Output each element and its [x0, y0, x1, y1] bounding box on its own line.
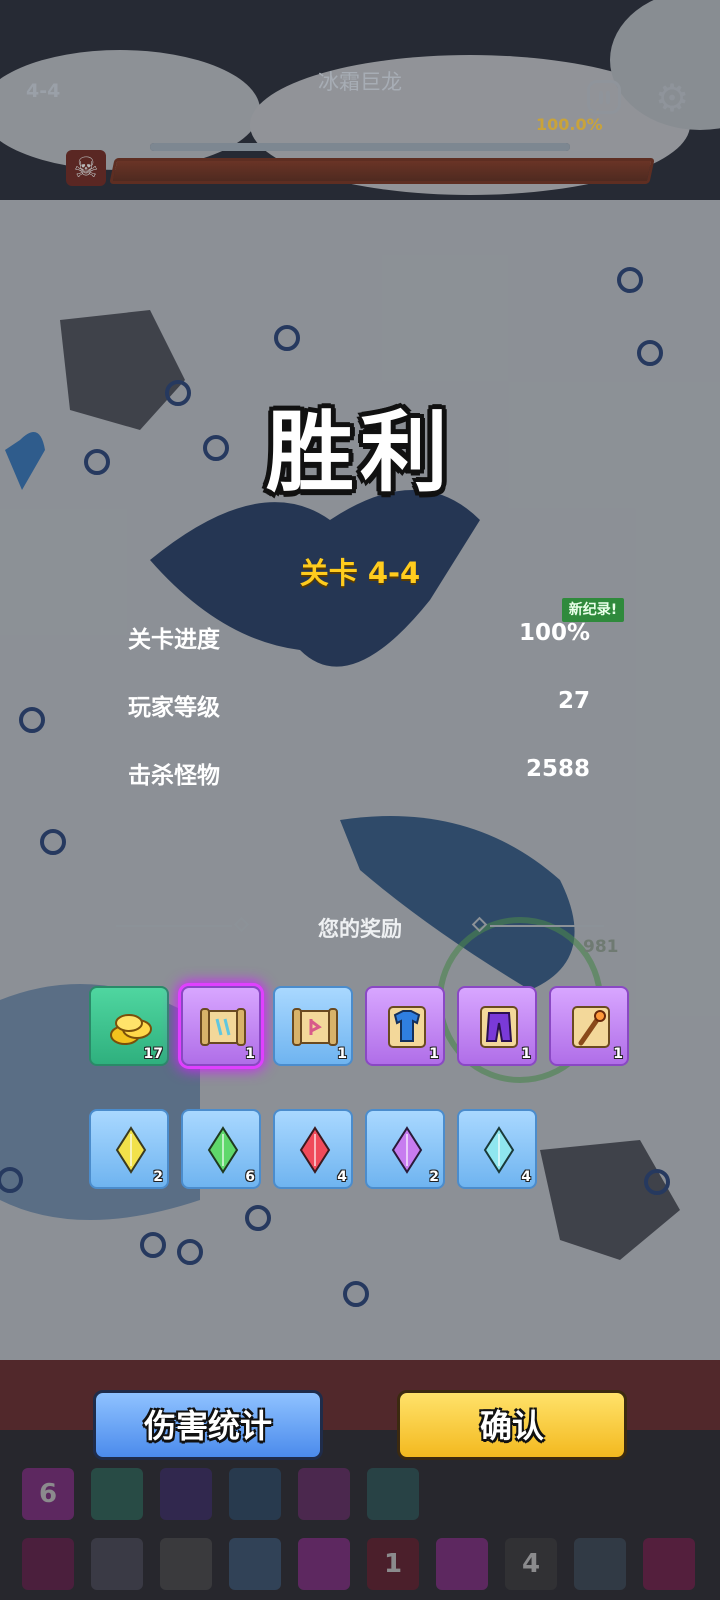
skill-slot: 6 — [22, 1468, 74, 1520]
skill-slot — [91, 1468, 143, 1520]
boss-hp-percent: 100.0% — [536, 115, 603, 134]
reward-count: 1 — [521, 1046, 531, 1062]
rune-scroll-icon — [292, 1008, 338, 1046]
stat-value-kills: 2588 — [525, 756, 590, 782]
damage-stats-button[interactable]: 伤害统计 — [93, 1390, 323, 1460]
new-record-badge: 新纪录! — [562, 598, 624, 622]
skill-slot — [91, 1538, 143, 1590]
scroll-icon — [200, 1008, 246, 1046]
reward-count: 1 — [429, 1046, 439, 1062]
yellow-gem-icon — [115, 1126, 147, 1174]
purple-gem-icon — [391, 1126, 423, 1174]
stat-value-level: 27 — [557, 688, 590, 714]
skill-slot — [436, 1538, 488, 1590]
stage-label: 关卡 4-4 — [299, 556, 421, 590]
pause-icon[interactable] — [587, 80, 621, 114]
blue-armor-icon — [388, 1006, 426, 1048]
reward-item[interactable]: 1 — [181, 986, 261, 1066]
gear-icon[interactable]: ⚙ — [652, 78, 692, 118]
boss-progress-bar — [150, 143, 570, 151]
skill-slot — [160, 1538, 212, 1590]
skill-slot — [229, 1468, 281, 1520]
reward-count: 2 — [429, 1169, 439, 1185]
result-overlay — [0, 0, 720, 1600]
reward-count: 1 — [245, 1046, 255, 1062]
staff-icon — [572, 1006, 610, 1048]
skull-icon: ☠ — [66, 150, 106, 186]
skill-slot — [643, 1538, 695, 1590]
rewards-divider-right — [490, 925, 604, 927]
reward-count: 6 — [245, 1169, 255, 1185]
reward-item[interactable]: 4 — [273, 1109, 353, 1189]
cyan-gem-icon — [483, 1126, 515, 1174]
victory-title: 胜利 — [265, 401, 454, 504]
skill-slot: 1 — [367, 1538, 419, 1590]
skill-slot — [229, 1538, 281, 1590]
skill-slot — [298, 1538, 350, 1590]
reward-count: 4 — [337, 1169, 347, 1185]
reward-count: 4 — [521, 1169, 531, 1185]
reward-item[interactable]: 1 — [549, 986, 629, 1066]
skill-slot — [298, 1468, 350, 1520]
skill-slot — [160, 1468, 212, 1520]
skill-slot — [367, 1468, 419, 1520]
reward-item[interactable]: 2 — [89, 1109, 169, 1189]
enemy-hp-text: 981 — [583, 937, 619, 957]
stat-value-progress: 100% — [518, 620, 590, 646]
skill-slot — [22, 1538, 74, 1590]
reward-count: 17 — [143, 1046, 163, 1062]
reward-count: 2 — [153, 1169, 163, 1185]
boss-hp-bar — [109, 158, 655, 184]
reward-item[interactable]: 4 — [457, 1109, 537, 1189]
reward-item[interactable]: 1 — [365, 986, 445, 1066]
confirm-button[interactable]: 确认 — [397, 1390, 627, 1460]
reward-item[interactable]: 6 — [181, 1109, 261, 1189]
stat-label-kills: 击杀怪物 — [128, 763, 220, 789]
skill-slot: 4 — [505, 1538, 557, 1590]
reward-count: 1 — [337, 1046, 347, 1062]
red-gem-icon — [299, 1126, 331, 1174]
purple-pants-icon — [480, 1006, 518, 1048]
stat-label-level: 玩家等级 — [128, 695, 220, 721]
reward-item[interactable]: 2 — [365, 1109, 445, 1189]
reward-count: 1 — [613, 1046, 623, 1062]
green-gem-icon — [207, 1126, 239, 1174]
reward-item[interactable]: 1 — [457, 986, 537, 1066]
stat-label-progress: 关卡进度 — [128, 627, 220, 653]
reward-item[interactable]: 1 — [273, 986, 353, 1066]
reward-item[interactable]: 17 — [89, 986, 169, 1066]
skill-slot — [574, 1538, 626, 1590]
